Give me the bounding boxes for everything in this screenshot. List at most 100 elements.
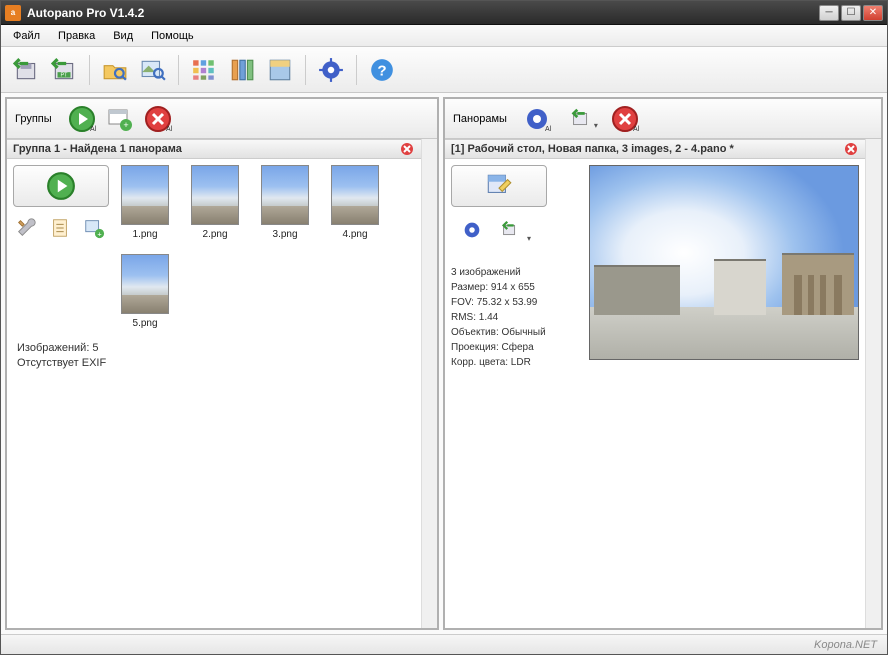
app-window: a Autopano Pro V1.4.2 ─ ☐ ✕ Файл Правка … — [0, 0, 888, 655]
groups-scrollbar[interactable] — [421, 139, 437, 628]
group-footer: Изображений: 5 Отсутствует EXIF — [7, 335, 421, 378]
folder-search-icon — [102, 57, 128, 83]
delete-all-icon: All — [144, 105, 172, 133]
help-icon: ? — [369, 57, 395, 83]
close-pano-button[interactable] — [843, 141, 859, 157]
floppy-pt-icon: PT — [51, 57, 77, 83]
pano-body: ▾ 3 изображений Размер: 914 x 655 FOV: 7… — [445, 159, 865, 376]
edit-pano-button[interactable] — [451, 165, 547, 207]
layout-single-button[interactable] — [263, 53, 297, 87]
gear-icon — [318, 57, 344, 83]
pano-info-fov: FOV: 75.32 x 53.99 — [451, 295, 581, 310]
pano-info: 3 изображений Размер: 914 x 655 FOV: 75.… — [451, 265, 581, 370]
pano-info-lens: Объектив: Обычный — [451, 325, 581, 340]
floppy-export-icon — [13, 57, 39, 83]
help-button[interactable]: ? — [365, 53, 399, 87]
thumbnail[interactable]: 1.png — [119, 165, 171, 240]
delete-all-icon: All — [611, 105, 639, 133]
image-search-icon — [140, 57, 166, 83]
image-count: Изображений: 5 — [17, 341, 411, 356]
wrench-icon — [15, 217, 37, 239]
columns-icon — [229, 57, 255, 83]
thumbnail[interactable]: 5.png — [119, 254, 171, 329]
thumbnail[interactable]: 2.png — [189, 165, 241, 240]
minimize-button[interactable]: ─ — [819, 5, 839, 21]
close-button[interactable]: ✕ — [863, 5, 883, 21]
menu-edit[interactable]: Правка — [50, 28, 103, 44]
watermark: Kopona.NET — [814, 639, 877, 651]
svg-text:?: ? — [377, 62, 386, 79]
pano-info-proj: Проекция: Сфера — [451, 340, 581, 355]
group-title: Группа 1 - Найдена 1 панорама — [13, 143, 182, 155]
delete-all-panos-button[interactable]: All — [609, 103, 641, 135]
thumb-label: 1.png — [119, 229, 171, 240]
svg-text:All: All — [633, 126, 639, 133]
main-toolbar: PT ? — [1, 47, 887, 93]
play-icon — [46, 171, 76, 201]
new-group-button[interactable]: + — [104, 103, 136, 135]
panos-scrollbar[interactable] — [865, 139, 881, 628]
gear-all-icon: All — [523, 105, 551, 133]
layout-columns-button[interactable] — [225, 53, 259, 87]
add-images-button[interactable]: + — [81, 215, 107, 241]
open-image-button[interactable] — [136, 53, 170, 87]
thumbnail[interactable]: 4.png — [329, 165, 381, 240]
svg-text:All: All — [90, 126, 96, 133]
menu-help[interactable]: Помощь — [143, 28, 202, 44]
settings-button[interactable] — [314, 53, 348, 87]
export-icon — [568, 106, 594, 132]
menubar: Файл Правка Вид Помощь — [1, 25, 887, 47]
save-template-button[interactable]: PT — [47, 53, 81, 87]
groups-panel: Группы All + All Группа 1 - Найдена 1 па… — [5, 97, 439, 630]
pano-preview[interactable] — [589, 165, 859, 360]
play-all-icon: All — [68, 105, 96, 133]
pano-settings-button[interactable] — [459, 217, 485, 243]
close-red-icon — [844, 142, 858, 156]
thumb-image — [191, 165, 239, 225]
statusbar: Kopona.NET — [1, 634, 887, 654]
open-folder-button[interactable] — [98, 53, 132, 87]
window-add-icon: + — [106, 105, 134, 133]
group-title-bar: Группа 1 - Найдена 1 панорама — [7, 139, 421, 159]
thumb-label: 4.png — [329, 229, 381, 240]
document-icon — [49, 217, 71, 239]
tools-button[interactable] — [13, 215, 39, 241]
thumbnail[interactable]: 3.png — [259, 165, 311, 240]
svg-text:PT: PT — [61, 72, 69, 78]
groups-label: Группы — [15, 113, 52, 125]
export-small-icon — [499, 219, 521, 241]
chevron-down-icon: ▾ — [527, 234, 531, 243]
thumb-image — [121, 254, 169, 314]
panoramas-panel: Панорамы All All [1] Рабочий стол, Новая… — [443, 97, 883, 630]
app-icon: a — [5, 5, 21, 21]
pano-export-button[interactable]: ▾ — [497, 217, 523, 243]
pano-info-images: 3 изображений — [451, 265, 581, 280]
grid-icon — [191, 57, 217, 83]
svg-text:All: All — [545, 126, 551, 133]
detect-group-button[interactable] — [13, 165, 109, 207]
properties-button[interactable] — [47, 215, 73, 241]
menu-view[interactable]: Вид — [105, 28, 141, 44]
delete-all-groups-button[interactable]: All — [142, 103, 174, 135]
maximize-button[interactable]: ☐ — [841, 5, 861, 21]
pano-info-color: Корр. цвета: LDR — [451, 355, 581, 370]
detect-all-button[interactable]: All — [66, 103, 98, 135]
titlebar: a Autopano Pro V1.4.2 ─ ☐ ✕ — [1, 1, 887, 25]
menu-file[interactable]: Файл — [5, 28, 48, 44]
thumb-image — [121, 165, 169, 225]
pano-info-size: Размер: 914 x 655 — [451, 280, 581, 295]
export-all-button[interactable] — [559, 103, 603, 135]
thumbnails: 1.png 2.png 3.png 4.png 5.png — [119, 165, 415, 329]
single-pane-icon — [267, 57, 293, 83]
pano-info-rms: RMS: 1.44 — [451, 310, 581, 325]
svg-text:All: All — [166, 126, 172, 133]
group-controls: + — [13, 165, 111, 329]
layout-grid-button[interactable] — [187, 53, 221, 87]
close-red-icon — [400, 142, 414, 156]
thumb-label: 2.png — [189, 229, 241, 240]
close-group-button[interactable] — [399, 141, 415, 157]
image-add-icon: + — [83, 217, 105, 239]
render-all-button[interactable]: All — [521, 103, 553, 135]
save-project-button[interactable] — [9, 53, 43, 87]
svg-text:+: + — [123, 120, 128, 130]
